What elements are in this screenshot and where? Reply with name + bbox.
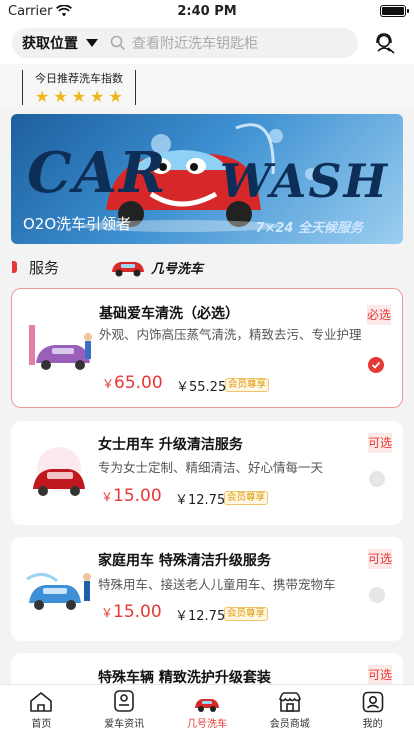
wifi-icon: [56, 5, 73, 17]
tab-label: 几号洗车: [186, 719, 227, 730]
car-icon: [194, 699, 219, 712]
tab-home[interactable]: 首页: [0, 685, 83, 736]
tab-label: 会员商城: [269, 719, 310, 730]
wash-index-title: 今日推荐洗车指数: [35, 72, 123, 85]
currency-symbol: ￥: [102, 377, 115, 391]
car-logo-icon: [112, 262, 145, 277]
tab-label: 首页: [31, 719, 52, 730]
brand-name: 几号洗车: [151, 261, 204, 277]
brand-logo: 几号洗车: [109, 256, 203, 278]
section-title: 服务: [29, 258, 60, 277]
member-badge: 会员尊享: [225, 378, 270, 392]
wash-index-row: 今日推荐洗车指数 ★ ★ ★ ★ ★: [0, 64, 414, 108]
member-badge: 会员尊享: [224, 491, 269, 505]
optional-tag: 可选: [368, 665, 392, 685]
selected-check-icon[interactable]: [368, 357, 384, 373]
banner-hours: 7×24 全天候服务: [255, 221, 363, 236]
service-title: 基础爱车清洗（必选）: [99, 306, 239, 322]
tab-label: 我的: [362, 719, 383, 730]
price-value: 15.00: [113, 602, 162, 622]
home-icon: [30, 692, 53, 712]
price-value: 15.00: [113, 486, 162, 506]
customer-service-icon[interactable]: [368, 28, 402, 58]
tab-profile[interactable]: 我的: [331, 685, 414, 736]
star-icon: ★: [108, 87, 123, 106]
service-price: ￥15.00: [101, 486, 162, 506]
promo-banner[interactable]: CAR WASH O2O洗车引领者 7×24 全天候服务: [11, 114, 403, 244]
member-price: ￥12.75: [175, 609, 226, 624]
banner-car-text: CAR: [27, 140, 168, 206]
service-description: 专为女士定制、精细清洁、好心情每一天: [98, 460, 324, 475]
service-image-lady: [33, 447, 85, 496]
tab-label: 爱车资讯: [104, 719, 145, 730]
search-bar[interactable]: 获取位置 查看附近洗车钥匙柜: [12, 28, 358, 58]
tab-carwash[interactable]: 几号洗车: [166, 685, 249, 736]
optional-tag: 可选: [368, 549, 392, 569]
service-description: 外观、内饰高压蒸气清洗，精致去污、专业护理: [99, 327, 362, 342]
carrier: Carrier: [8, 3, 73, 19]
service-card-basic[interactable]: 基础爱车清洗（必选） 外观、内饰高压蒸气清洗，精致去污、专业护理 ￥65.00 …: [11, 288, 403, 408]
star-icon: ★: [90, 87, 105, 106]
banner-wash-text: WASH: [219, 154, 389, 208]
carrier-label: Carrier: [8, 3, 53, 19]
service-image-family: [26, 573, 91, 610]
service-card-family[interactable]: 家庭用车 特殊清洁升级服务 特殊用车、接送老人儿童用车、携带宠物车 ￥15.00…: [11, 537, 403, 641]
battery-icon: [380, 5, 409, 17]
search-icon: [110, 35, 126, 51]
bottom-tab-bar: 首页 爱车资讯 几号洗车 会员商城 我的: [0, 684, 414, 736]
star-icon: ★: [71, 87, 87, 106]
optional-tag: 可选: [368, 433, 392, 453]
tab-store[interactable]: 会员商城: [248, 685, 331, 736]
unselected-radio-icon[interactable]: [369, 587, 385, 603]
service-card-lady[interactable]: 女士用车 升级清洁服务 专为女士定制、精细清洁、好心情每一天 ￥15.00 ￥1…: [11, 421, 403, 525]
services-header: 服务 几号洗车: [0, 254, 414, 280]
wash-index-stars: ★ ★ ★ ★ ★: [35, 89, 123, 105]
service-title: 家庭用车 特殊清洁升级服务: [98, 553, 271, 569]
required-tag: 必选: [367, 305, 391, 325]
star-icon: ★: [53, 87, 68, 106]
search-input[interactable]: 查看附近洗车钥匙柜: [132, 33, 258, 53]
service-title: 女士用车 升级清洁服务: [98, 437, 243, 453]
top-bar: 获取位置 查看附近洗车钥匙柜: [0, 22, 414, 64]
service-price: ￥15.00: [101, 602, 162, 622]
news-icon: [114, 690, 134, 712]
service-image-basic: [29, 325, 92, 370]
currency-symbol: ￥: [101, 490, 114, 504]
price-value: 65.00: [114, 373, 163, 393]
currency-symbol: ￥: [101, 606, 114, 620]
user-icon: [362, 691, 383, 713]
service-description: 特殊用车、接送老人儿童用车、携带宠物车: [98, 577, 336, 592]
location-label: 获取位置: [22, 36, 78, 52]
store-icon: [278, 692, 301, 712]
unselected-radio-icon[interactable]: [369, 471, 385, 487]
wash-index: 今日推荐洗车指数 ★ ★ ★ ★ ★: [22, 70, 136, 105]
star-icon: ★: [35, 87, 50, 106]
status-bar: Carrier 2:40 PM: [0, 0, 414, 22]
member-badge: 会员尊享: [224, 607, 269, 621]
caret-down-icon: [86, 39, 98, 47]
tab-news[interactable]: 爱车资讯: [83, 685, 166, 736]
member-price: ￥55.25: [176, 380, 227, 395]
member-price: ￥12.75: [175, 493, 226, 508]
service-price: ￥65.00: [102, 373, 163, 393]
banner-slogan: O2O洗车引领者: [23, 215, 132, 233]
section-marker: [12, 261, 17, 273]
location-selector[interactable]: 获取位置: [22, 33, 98, 53]
